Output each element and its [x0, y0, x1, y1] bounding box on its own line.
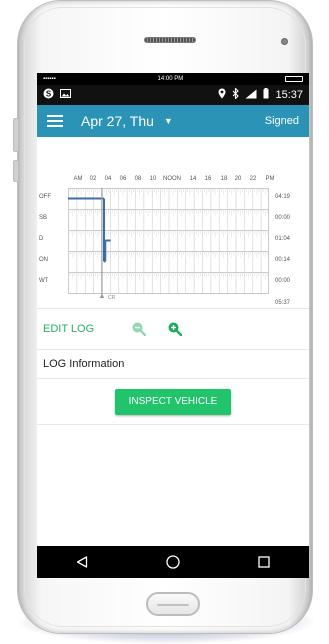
hour-axis: AM 02 04 06 08 10 NOON 14 16 18 20 22 PM — [37, 176, 309, 186]
hour-label: PM — [265, 176, 275, 182]
menu-icon[interactable] — [47, 115, 63, 127]
hour-label: 04 — [104, 176, 112, 182]
actions-row: EDIT LOG — [37, 309, 309, 349]
status-time: 15:37 — [275, 89, 303, 101]
hour-label: 16 — [204, 176, 212, 182]
status-row-total: 01:04 — [275, 236, 291, 242]
hour-label: 08 — [134, 176, 142, 182]
zoom-in-icon[interactable] — [168, 322, 183, 337]
device-top-bar: ▪▪▪▪▪▪ 14:00 PM — [37, 73, 309, 85]
signal-dots: ▪▪▪▪▪▪ — [43, 76, 56, 82]
hour-label: 20 — [234, 176, 242, 182]
status-row-total: 00:00 — [275, 215, 291, 221]
hour-label: NOON — [163, 176, 181, 182]
log-information-section[interactable]: LOG Information — [37, 349, 309, 379]
android-nav-bar — [37, 546, 309, 578]
caret-down-icon: ▼ — [163, 116, 173, 126]
status-row-total: 00:00 — [275, 278, 291, 284]
log-grid[interactable] — [68, 188, 269, 298]
grid-row — [68, 209, 269, 231]
back-icon[interactable] — [62, 550, 102, 574]
location-icon — [218, 88, 226, 102]
hour-label: 10 — [149, 176, 157, 182]
status-row-label: ON — [39, 257, 48, 263]
cursor-label: CR — [108, 295, 116, 301]
front-camera — [281, 38, 288, 45]
log-graph: AM 02 04 06 08 10 NOON 14 16 18 20 22 PM OFF 04:19 SB 0… — [37, 137, 309, 309]
signed-status[interactable]: Signed — [265, 115, 299, 127]
status-row-total: 04:19 — [275, 194, 291, 200]
device-clock: 14:00 PM — [157, 76, 184, 82]
hour-label: AM — [73, 176, 83, 182]
hour-label: 14 — [189, 176, 197, 182]
zoom-controls — [132, 322, 204, 337]
app-bar: Apr 27, Thu ▼ Signed — [37, 105, 309, 137]
bluetooth-icon — [232, 87, 240, 102]
inspect-row: INSPECT VEHICLE — [37, 379, 309, 425]
status-row-label: D — [39, 236, 44, 242]
grid-row — [68, 230, 269, 252]
hour-label: 02 — [89, 176, 97, 182]
signal-icon — [245, 89, 257, 102]
grand-total: 05:37 — [275, 300, 291, 306]
status-bar: S 15:37 — [37, 85, 309, 105]
inspect-vehicle-button[interactable]: INSPECT VEHICLE — [114, 388, 232, 415]
power-button — [13, 160, 19, 182]
grid-row — [68, 272, 269, 294]
zoom-out-icon[interactable] — [132, 322, 147, 337]
image-icon — [60, 89, 71, 101]
edit-log-button[interactable]: EDIT LOG — [43, 323, 94, 335]
date-label: Apr 27, Thu — [81, 113, 154, 129]
speaker-grille — [144, 37, 196, 43]
svg-text:S: S — [46, 89, 52, 98]
device-battery-icon — [284, 76, 303, 82]
volume-button — [13, 118, 19, 152]
battery-icon — [263, 88, 269, 102]
hardware-home-button[interactable] — [146, 592, 200, 616]
date-selector[interactable]: Apr 27, Thu ▼ — [81, 113, 173, 129]
hour-label: 22 — [249, 176, 257, 182]
hour-label: 06 — [119, 176, 127, 182]
status-row-label: OFF — [39, 194, 51, 200]
status-row-label: WT — [39, 278, 49, 284]
status-row-total: 00:14 — [275, 257, 291, 263]
home-icon[interactable] — [153, 550, 193, 574]
time-cursor-handle — [99, 294, 105, 298]
status-row-label: SB — [39, 215, 48, 221]
screen: ▪▪▪▪▪▪ 14:00 PM S 15:37 Apr 27, Thu ▼ Si… — [37, 73, 309, 578]
hour-label: 18 — [220, 176, 228, 182]
recents-icon[interactable] — [244, 550, 284, 574]
grid-row — [68, 251, 269, 273]
phone-mockup: ▪▪▪▪▪▪ 14:00 PM S 15:37 Apr 27, Thu ▼ Si… — [0, 0, 329, 644]
log-information-title: LOG Information — [43, 358, 125, 370]
skype-icon: S — [43, 88, 54, 102]
